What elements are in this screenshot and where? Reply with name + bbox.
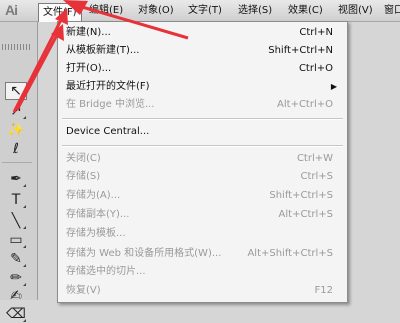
pencil-tool-icon[interactable]: ✏ bbox=[5, 269, 27, 287]
app-logo: Ai bbox=[5, 2, 18, 18]
menu-item-close[interactable]: 关闭(C) Ctrl+W bbox=[66, 150, 339, 168]
menu-separator bbox=[62, 118, 343, 120]
menu-item-new[interactable]: 新建(N)... Ctrl+N bbox=[66, 24, 339, 42]
selection-tool-icon[interactable]: ↖ bbox=[5, 82, 27, 100]
menu-item-shortcut: Shift+Ctrl+S bbox=[269, 190, 333, 201]
menu-separator bbox=[62, 145, 343, 147]
menu-item-save-a-copy[interactable]: 存储副本(Y)... Alt+Ctrl+S bbox=[66, 206, 339, 224]
menu-item-open-recent[interactable]: 最近打开的文件(F) ▶ bbox=[66, 78, 339, 96]
menu-item-new-from-template[interactable]: 从模板新建(T)... Shift+Ctrl+N bbox=[66, 42, 339, 60]
menu-item-label: 存储(S) bbox=[66, 171, 101, 182]
menu-item-label: 最近打开的文件(F) bbox=[66, 81, 150, 92]
menu-item-browse-in-bridge[interactable]: 在 Bridge 中浏览... Alt+Ctrl+O bbox=[66, 96, 339, 114]
menu-item-shortcut: F12 bbox=[314, 285, 333, 296]
menu-window[interactable]: 窗口 bbox=[380, 3, 400, 19]
menu-edit[interactable]: 编辑(E) bbox=[85, 3, 127, 19]
menu-item-label: 存储选中的切片... bbox=[66, 266, 146, 277]
menu-item-save[interactable]: 存储(S) Ctrl+S bbox=[66, 168, 339, 186]
menu-item-save-as-template[interactable]: 存储为模板... bbox=[66, 225, 339, 243]
menu-effect[interactable]: 效果(C) bbox=[284, 3, 327, 19]
magic-wand-tool-icon[interactable]: ✨ bbox=[5, 121, 27, 139]
line-segment-tool-icon[interactable]: ╲ bbox=[5, 212, 27, 230]
toolbox-divider bbox=[2, 162, 32, 163]
paintbrush-tool-icon[interactable]: ✎ bbox=[5, 250, 27, 268]
menu-select[interactable]: 选择(S) bbox=[234, 3, 276, 19]
submenu-arrow-icon: ▶ bbox=[330, 82, 337, 91]
direct-selection-tool-icon[interactable]: ↗ bbox=[5, 102, 27, 120]
menu-item-label: 从模板新建(T)... bbox=[66, 45, 140, 56]
menu-item-shortcut: Ctrl+N bbox=[299, 27, 333, 38]
menu-item-label: Device Central... bbox=[66, 126, 150, 137]
menu-item-label: 存储副本(Y)... bbox=[66, 209, 130, 220]
eraser-tool-icon[interactable]: ⌫ bbox=[5, 305, 27, 323]
blob-brush-tool-icon[interactable]: ✍ bbox=[5, 287, 27, 305]
menu-object[interactable]: 对象(O) bbox=[134, 3, 178, 19]
menu-item-label: 关闭(C) bbox=[66, 153, 101, 164]
lasso-tool-icon[interactable]: ℓ bbox=[5, 140, 27, 158]
menu-item-label: 新建(N)... bbox=[66, 27, 111, 38]
menu-file[interactable]: 文件(F) bbox=[38, 3, 82, 22]
file-menu-dropdown: 新建(N)... Ctrl+N 从模板新建(T)... Shift+Ctrl+N… bbox=[57, 21, 348, 303]
menu-item-revert[interactable]: 恢复(V) F12 bbox=[66, 282, 339, 300]
menu-item-shortcut: Alt+Ctrl+S bbox=[278, 209, 333, 220]
menu-item-label: 存储为模板... bbox=[66, 228, 126, 239]
pen-tool-icon[interactable]: ✒ bbox=[5, 170, 27, 188]
menu-item-shortcut: Alt+Shift+Ctrl+S bbox=[247, 248, 333, 259]
rectangle-tool-icon[interactable]: ▭ bbox=[5, 231, 27, 249]
menu-item-label: 存储为(A)... bbox=[66, 190, 121, 201]
menu-item-label: 在 Bridge 中浏览... bbox=[66, 99, 155, 110]
menu-item-shortcut: Shift+Ctrl+N bbox=[268, 45, 333, 56]
menu-item-label: 恢复(V) bbox=[66, 285, 101, 296]
menu-item-shortcut: Ctrl+W bbox=[296, 153, 333, 164]
menu-item-shortcut: Alt+Ctrl+O bbox=[277, 99, 333, 110]
menu-item-save-selected-slices[interactable]: 存储选中的切片... bbox=[66, 263, 339, 281]
menu-item-device-central[interactable]: Device Central... bbox=[66, 123, 339, 141]
menu-item-shortcut: Ctrl+O bbox=[298, 63, 333, 74]
menu-item-save-for-web[interactable]: 存储为 Web 和设备所用格式(W)... Alt+Shift+Ctrl+S bbox=[66, 245, 339, 263]
menu-item-shortcut: Ctrl+S bbox=[300, 171, 333, 182]
type-tool-icon[interactable]: T bbox=[5, 191, 27, 209]
menu-item-label: 存储为 Web 和设备所用格式(W)... bbox=[66, 248, 222, 259]
menu-item-label: 打开(O)... bbox=[66, 63, 112, 74]
menu-type[interactable]: 文字(T) bbox=[184, 3, 226, 19]
toolbox-panel: ↖ ↗ ✨ ℓ ✒ T ╲ ▭ ✎ ✏ ✍ ⌫ bbox=[0, 22, 38, 322]
toolbox-grip[interactable] bbox=[2, 44, 30, 50]
menu-view[interactable]: 视图(V) bbox=[334, 3, 377, 19]
menu-item-open[interactable]: 打开(O)... Ctrl+O bbox=[66, 60, 339, 78]
menu-bar: Ai 文件(F) 编辑(E) 对象(O) 文字(T) 选择(S) 效果(C) 视… bbox=[0, 0, 400, 22]
menu-item-save-as[interactable]: 存储为(A)... Shift+Ctrl+S bbox=[66, 187, 339, 205]
